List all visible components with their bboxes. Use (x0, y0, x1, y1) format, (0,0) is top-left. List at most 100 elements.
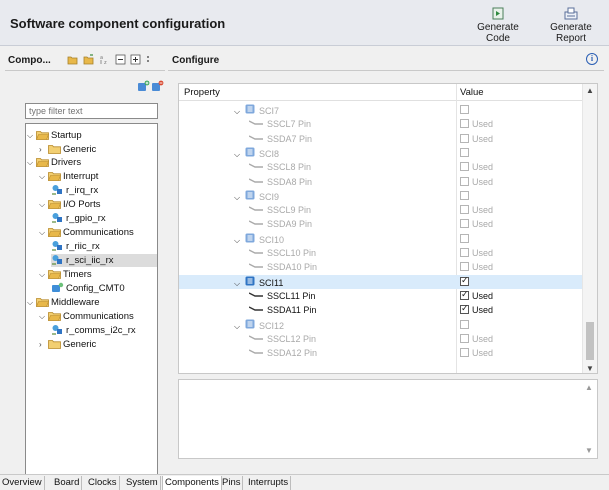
value-checkbox[interactable] (460, 105, 469, 114)
chevron-down-icon[interactable]: ⌵ (39, 198, 48, 211)
tree-item-label: Config_CMT0 (66, 283, 125, 294)
property-group-row[interactable]: ⌵ SCI7 (179, 103, 583, 117)
value-checkbox[interactable] (460, 176, 469, 186)
property-column-header[interactable]: Property (184, 87, 220, 98)
value-checkbox[interactable] (460, 303, 469, 315)
value-checkbox[interactable] (460, 119, 469, 129)
tab-interrupts[interactable]: Interrupts (246, 476, 292, 490)
tab-components[interactable]: Components (162, 476, 222, 490)
chevron-down-icon[interactable]: ⌵ (234, 278, 242, 290)
property-group-row[interactable]: ⌵ SCI12 (179, 318, 583, 332)
filter-input[interactable] (25, 103, 158, 119)
expand-all-icon[interactable] (130, 54, 141, 65)
more-options-icon[interactable] (145, 54, 151, 65)
value-checkbox[interactable] (460, 319, 469, 329)
scroll-up-icon[interactable]: ▲ (585, 383, 593, 392)
chevron-down-icon[interactable]: ⌵ (234, 192, 242, 204)
tree-item[interactable]: Config_CMT0 (51, 282, 125, 295)
chevron-down-icon[interactable]: ⌵ (234, 321, 242, 333)
tree-item[interactable]: ⌵ Timers (39, 268, 92, 281)
scroll-down-icon[interactable]: ▼ (585, 446, 593, 455)
chevron-down-icon[interactable]: ⌵ (27, 296, 36, 309)
remove-component-icon[interactable] (151, 80, 164, 93)
value-checkbox[interactable] (460, 133, 469, 143)
value-checkbox[interactable] (460, 348, 469, 358)
value-checkbox[interactable] (460, 219, 469, 229)
property-row[interactable]: SSCL10 Pin Used (179, 246, 583, 260)
property-row[interactable]: SSDA10 Pin Used (179, 260, 583, 274)
tree-item[interactable]: r_irq_rx (51, 184, 98, 197)
value-checkbox[interactable] (460, 275, 469, 287)
value-checkbox[interactable] (460, 248, 469, 257)
value-checkbox[interactable] (460, 147, 469, 157)
tree-item[interactable]: r_sci_iic_rx (51, 254, 157, 267)
property-row[interactable]: SSCL12 Pin Used (179, 332, 583, 346)
chevron-down-icon[interactable]: ⌵ (39, 226, 48, 239)
tree-item[interactable]: › Generic (39, 143, 96, 156)
tab-system[interactable]: System (124, 476, 161, 490)
tab-pins[interactable]: Pins (220, 476, 244, 490)
tree-item[interactable]: ⌵ Startup (27, 129, 82, 142)
chevron-down-icon[interactable]: ⌵ (234, 149, 242, 161)
chevron-right-icon[interactable]: › (39, 338, 48, 351)
folder-add-icon[interactable] (83, 54, 94, 65)
chevron-down-icon[interactable]: ⌵ (234, 235, 242, 247)
generate-report-button[interactable]: Generate Report (535, 7, 607, 44)
property-row[interactable]: SSDA11 Pin Used (179, 303, 583, 317)
folder-view-icon[interactable] (67, 54, 78, 65)
property-table-scrollbar[interactable]: ▲ ▼ (582, 84, 597, 373)
chevron-down-icon[interactable]: ⌵ (27, 129, 36, 142)
property-row[interactable]: SSDA7 Pin Used (179, 132, 583, 146)
value-checkbox[interactable] (460, 162, 469, 172)
value-checkbox[interactable] (460, 233, 469, 243)
value-column-header[interactable]: Value (460, 87, 484, 98)
property-row[interactable]: SSCL11 Pin Used (179, 289, 583, 303)
property-row[interactable]: SSDA9 Pin Used (179, 217, 583, 231)
value-checkbox[interactable] (460, 205, 469, 215)
description-scrollbar[interactable]: ▲ ▼ (582, 380, 597, 458)
generate-code-button[interactable]: Generate Code (466, 7, 530, 44)
sort-icon[interactable]: a z (99, 54, 110, 65)
chevron-down-icon[interactable]: ⌵ (27, 156, 36, 169)
component-icon (52, 241, 62, 251)
property-row[interactable]: SSDA12 Pin Used (179, 346, 583, 360)
tab-clocks[interactable]: Clocks (86, 476, 120, 490)
tree-item[interactable]: ⌵ Drivers (27, 156, 81, 169)
tree-item[interactable]: ⌵ Interrupt (39, 170, 98, 183)
property-group-row[interactable]: ⌵ SCI8 (179, 146, 583, 160)
property-row[interactable]: SSCL8 Pin Used (179, 160, 583, 174)
scrollbar-thumb[interactable] (586, 322, 594, 360)
chevron-down-icon[interactable]: ⌵ (234, 106, 242, 118)
collapse-all-icon[interactable] (115, 54, 126, 65)
property-group-row[interactable]: ⌵ SCI11 (179, 274, 583, 290)
tree-item[interactable]: ⌵ Middleware (27, 296, 100, 309)
tab-overview[interactable]: Overview (0, 476, 45, 490)
property-group-row[interactable]: ⌵ SCI9 (179, 189, 583, 203)
value-checkbox[interactable] (460, 262, 469, 272)
component-icon (52, 255, 62, 265)
tree-item[interactable]: r_gpio_rx (51, 212, 106, 225)
tree-item[interactable]: r_comms_i2c_rx (51, 324, 136, 337)
chevron-right-icon[interactable]: › (39, 143, 48, 156)
info-icon[interactable]: i (586, 53, 598, 65)
tree-item[interactable]: r_riic_rx (51, 240, 100, 253)
tree-item[interactable]: ⌵ Communications (39, 310, 134, 323)
add-component-icon[interactable] (137, 80, 150, 93)
property-group-row[interactable]: ⌵ SCI10 (179, 232, 583, 246)
tree-item[interactable]: ⌵ I/O Ports (39, 198, 100, 211)
tree-item-label: r_sci_iic_rx (66, 255, 114, 266)
chevron-down-icon[interactable]: ⌵ (39, 268, 48, 281)
tab-board[interactable]: Board (52, 476, 83, 490)
property-row[interactable]: SSDA8 Pin Used (179, 175, 583, 189)
scroll-down-icon[interactable]: ▼ (586, 364, 594, 373)
property-row[interactable]: SSCL9 Pin Used (179, 203, 583, 217)
value-checkbox[interactable] (460, 190, 469, 200)
tree-item[interactable]: › Generic (39, 338, 96, 351)
value-checkbox[interactable] (460, 333, 469, 343)
chevron-down-icon[interactable]: ⌵ (39, 310, 48, 323)
tree-item[interactable]: ⌵ Communications (39, 226, 134, 239)
scroll-up-icon[interactable]: ▲ (586, 86, 594, 95)
value-checkbox[interactable] (460, 289, 469, 301)
chevron-down-icon[interactable]: ⌵ (39, 170, 48, 183)
property-row[interactable]: SSCL7 Pin Used (179, 117, 583, 131)
